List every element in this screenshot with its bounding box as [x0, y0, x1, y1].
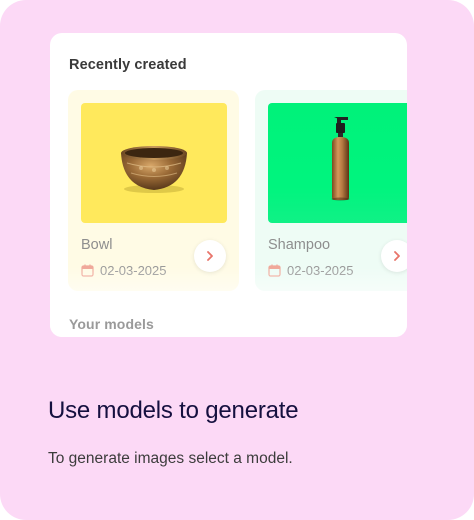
model-card-shampoo[interactable]: Shampoo 02-03-2025: [255, 90, 407, 291]
shampoo-bottle-image: [331, 117, 350, 201]
bowl-thumbnail: [81, 103, 227, 223]
date-text: 02-03-2025: [287, 262, 354, 278]
model-name-bowl: Bowl: [81, 237, 113, 253]
chevron-right-icon: [207, 251, 213, 261]
shampoo-thumbnail: [268, 103, 407, 223]
model-date-bowl: 02-03-2025: [81, 262, 167, 278]
recently-created-title: Recently created: [69, 57, 187, 73]
calendar-icon: [81, 264, 94, 277]
onboarding-description: To generate images select a model.: [48, 450, 293, 467]
your-models-title: Your models: [69, 316, 154, 332]
models-preview-panel: Recently created Bowl 02-03-2025 Shampoo…: [50, 33, 407, 337]
model-card-bowl[interactable]: Bowl 02-03-2025: [68, 90, 239, 291]
date-text: 02-03-2025: [100, 262, 167, 278]
model-name-shampoo: Shampoo: [268, 237, 331, 253]
open-bowl-button[interactable]: [194, 240, 226, 272]
model-date-shampoo: 02-03-2025: [268, 262, 354, 278]
onboarding-title: Use models to generate: [48, 397, 299, 424]
singing-bowl-image: [121, 146, 187, 193]
chevron-right-icon: [394, 251, 400, 261]
calendar-icon: [268, 264, 281, 277]
open-shampoo-button[interactable]: [381, 240, 407, 272]
onboarding-card: Recently created Bowl 02-03-2025 Shampoo…: [0, 0, 474, 520]
